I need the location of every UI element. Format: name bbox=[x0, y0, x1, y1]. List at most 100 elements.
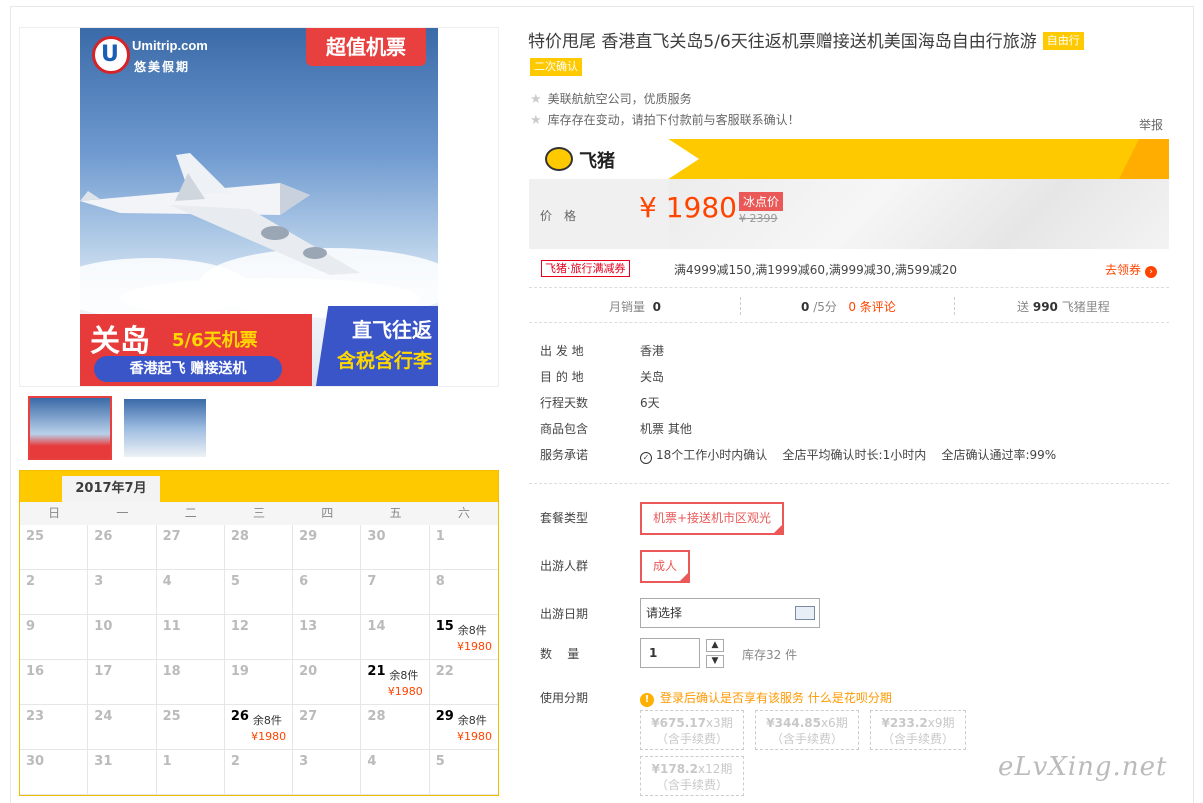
calendar-month-tab[interactable]: 2017年7月 bbox=[62, 476, 160, 502]
calendar-day-available[interactable]: 29 余8件 ¥1980 bbox=[429, 705, 498, 750]
installment-option-9[interactable]: ¥233.2x9期 （含手续费） bbox=[870, 710, 966, 750]
report-link[interactable]: 举报 bbox=[1139, 116, 1163, 133]
calendar-day: 14 bbox=[361, 615, 430, 660]
watermark: eLvXing.net bbox=[998, 752, 1168, 782]
product-title: 特价甩尾 香港直飞关岛5/6天往返机票赠接送机美国海岛自由行旅游 自由行 bbox=[528, 30, 1168, 54]
airplane-graphic bbox=[80, 153, 360, 275]
calendar-day: 12 bbox=[224, 615, 294, 660]
calendar-weekday: 一 bbox=[116, 506, 129, 520]
calendar-day-number: 4 bbox=[367, 754, 377, 769]
calendar-day-number: 28 bbox=[230, 529, 249, 544]
calendar-grid: 25 26 27 28 29 30 1 2 3 4 5 6 7 8 9 10 11 12 13 14 15 余8件 ¥198… bbox=[20, 525, 498, 795]
calendar-day-price: ¥1980 bbox=[456, 640, 492, 653]
star-icon: ★ bbox=[530, 92, 542, 107]
calendar-day-number: 22 bbox=[435, 664, 454, 679]
thumbnail-2[interactable] bbox=[124, 399, 206, 457]
calendar-day-price: ¥1980 bbox=[387, 685, 423, 698]
calendar-weekday: 二 bbox=[184, 506, 197, 520]
banner-right: 直飞往返 含税含行李 bbox=[316, 306, 438, 386]
installment-note: ! 登录后确认是否享有该服务 什么是花呗分期 bbox=[640, 689, 892, 707]
travel-date-input[interactable]: 请选择 bbox=[640, 598, 820, 628]
calendar-day: 28 bbox=[224, 525, 294, 570]
installment-option-12[interactable]: ¥178.2x12期 （含手续费） bbox=[640, 756, 744, 796]
main-product-image[interactable]: U Umitrip.com 悠美假期 超值机票 关岛 5/6天机票 香港起飞 赠… bbox=[80, 28, 438, 386]
info-row-includes: 商品包含 机票 其他 bbox=[540, 422, 692, 436]
crowd-option[interactable]: 成人 ✓ bbox=[640, 550, 691, 583]
calendar-day-number: 28 bbox=[367, 709, 386, 724]
calendar-day: 18 bbox=[156, 660, 225, 705]
calendar-day-available[interactable]: 26 余8件 ¥1980 bbox=[224, 705, 294, 750]
umitrip-logo: U Umitrip.com 悠美假期 bbox=[92, 36, 212, 78]
calendar-day-number: 30 bbox=[26, 754, 45, 769]
calendar-day-number: 5 bbox=[435, 754, 445, 769]
calendar-day: 26 bbox=[88, 525, 157, 570]
calendar-day-stock: 余8件 bbox=[457, 714, 487, 727]
coupon-row: 飞猪·旅行满减券 满4999减150,满1999减60,满999减30,满599… bbox=[529, 257, 1169, 285]
calendar-day-number: 3 bbox=[94, 574, 104, 589]
calendar-day-number: 25 bbox=[162, 709, 181, 724]
stock-text: 库存32 件 bbox=[742, 648, 798, 662]
calendar-day: 22 bbox=[429, 660, 498, 705]
calendar-day: 4 bbox=[156, 570, 225, 615]
calendar-day-number: 1 bbox=[162, 754, 172, 769]
calendar-day-price: ¥1980 bbox=[456, 730, 492, 743]
calendar-day-number: 19 bbox=[230, 664, 249, 679]
quantity-decrease-button[interactable]: ▼ bbox=[706, 655, 724, 668]
calendar-day-number: 21 bbox=[367, 664, 386, 679]
check-icon: ✓ bbox=[680, 563, 688, 572]
note-stock: ★ 库存存在变动，请拍下付款前与客服联系确认！ bbox=[530, 113, 800, 128]
calendar-day-number: 26 bbox=[230, 709, 249, 724]
installment-option-6[interactable]: ¥344.85x6期 （含手续费） bbox=[755, 710, 859, 750]
calendar-day-available[interactable]: 15 余8件 ¥1980 bbox=[429, 615, 498, 660]
quantity-increase-button[interactable]: ▲ bbox=[706, 639, 724, 652]
calendar-day: 25 bbox=[20, 525, 89, 570]
calendar-day-number: 25 bbox=[26, 529, 45, 544]
calendar-day: 28 bbox=[361, 705, 430, 750]
quantity-input[interactable]: 1 bbox=[640, 638, 700, 668]
calendar-day-number: 20 bbox=[299, 664, 318, 679]
calendar-day-number: 27 bbox=[299, 709, 318, 724]
calendar-day-number: 31 bbox=[94, 754, 113, 769]
package-option[interactable]: 机票+接送机市区观光 ✓ bbox=[640, 502, 785, 535]
calendar-day-number: 29 bbox=[435, 709, 454, 724]
calendar-day-number: 4 bbox=[162, 574, 172, 589]
calendar-day-number: 9 bbox=[26, 619, 36, 634]
calendar-weekdays: 日一二三四五六 bbox=[20, 502, 498, 525]
calendar-day: 3 bbox=[88, 570, 157, 615]
price-badge: 冰点价 bbox=[739, 192, 784, 211]
calendar-day-available[interactable]: 21 余8件 ¥1980 bbox=[361, 660, 430, 705]
calendar-day-number: 11 bbox=[162, 619, 181, 634]
calendar-day: 19 bbox=[224, 660, 294, 705]
banner-left: 关岛 5/6天机票 香港起飞 赠接送机 bbox=[80, 314, 312, 386]
calendar-day: 8 bbox=[429, 570, 498, 615]
date-label: 出游日期 bbox=[540, 607, 589, 621]
calendar-weekday: 六 bbox=[457, 506, 470, 520]
info-row-destination: 目 的 地关岛 bbox=[540, 370, 665, 384]
reviews-link[interactable]: 0 条评论 bbox=[848, 300, 895, 314]
calendar-day: 24 bbox=[88, 705, 157, 750]
calendar-weekday: 三 bbox=[252, 506, 265, 520]
original-price: ¥ 2399 bbox=[739, 212, 778, 225]
calendar-day: 16 bbox=[20, 660, 89, 705]
calendar-day-number: 17 bbox=[94, 664, 113, 679]
check-icon: ✓ bbox=[774, 515, 782, 524]
coupon-text: 满4999减150,满1999减60,满999减30,满599减20 bbox=[674, 263, 958, 277]
huabei-link[interactable]: 什么是花呗分期 bbox=[808, 691, 892, 705]
calendar-weekday: 五 bbox=[389, 506, 402, 520]
calendar-day-number: 27 bbox=[162, 529, 181, 544]
calendar-icon[interactable] bbox=[795, 606, 815, 620]
get-coupon-link[interactable]: 去领券 › bbox=[1105, 261, 1157, 278]
monthly-sales: 月销量 0 bbox=[609, 300, 662, 314]
calendar-day-number: 23 bbox=[26, 709, 45, 724]
installment-option-3[interactable]: ¥675.17x3期 （含手续费） bbox=[640, 710, 744, 750]
calendar-day-number: 15 bbox=[435, 619, 454, 634]
calendar-day-number: 12 bbox=[230, 619, 249, 634]
calendar-day: 27 bbox=[156, 525, 225, 570]
thumbnail-1[interactable] bbox=[28, 396, 112, 460]
calendar-day-number: 7 bbox=[367, 574, 377, 589]
info-row-service: 服务承诺 ✓ 18个工作小时内确认 全店平均确认时长:1小时内 全店确认通过率:99… bbox=[540, 448, 1057, 464]
note-airline: ★ 美联航航空公司，优质服务 bbox=[530, 92, 692, 107]
calendar-day: 29 bbox=[293, 525, 362, 570]
calendar-day: 20 bbox=[293, 660, 362, 705]
main-image-container: U Umitrip.com 悠美假期 超值机票 关岛 5/6天机票 香港起飞 赠… bbox=[19, 27, 499, 387]
